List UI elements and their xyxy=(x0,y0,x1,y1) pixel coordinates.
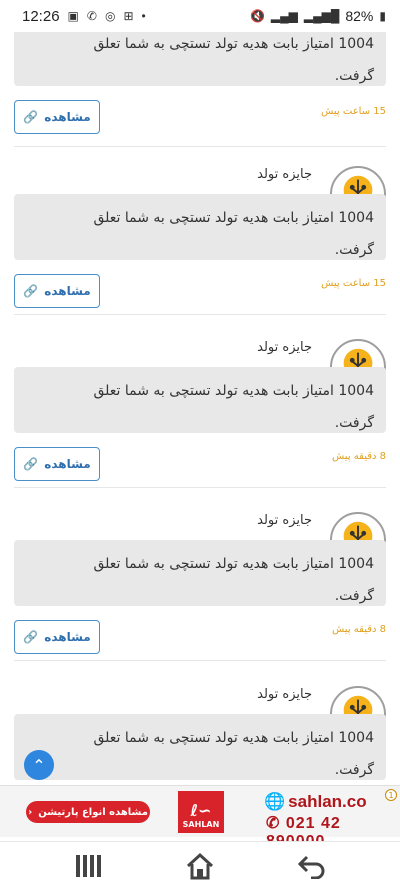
divider xyxy=(14,487,386,488)
scroll-top-button[interactable]: ⌃ xyxy=(24,750,54,780)
message-line: 1004 امتیاز بابت هدیه تولد تستچی به شما … xyxy=(93,36,374,52)
divider xyxy=(14,660,386,661)
view-button-label: مشاهده xyxy=(44,630,91,644)
ad-badge: 1 xyxy=(385,789,397,801)
wifi-icon: ▂▄▆ xyxy=(270,9,298,23)
notification-message: 1004 امتیاز بابت هدیه تولد تستچی به شما … xyxy=(14,194,386,260)
globe-icon: 🌐 xyxy=(264,792,286,811)
link-icon: 🔗 xyxy=(23,457,39,471)
home-icon xyxy=(186,852,214,880)
back-icon xyxy=(297,855,325,879)
notification-message: 1004 امتیاز بابت هدیه تولد تستچی به شما … xyxy=(14,367,386,433)
signal-icon: ▂▄▆█ xyxy=(303,9,340,23)
recent-apps-button[interactable] xyxy=(68,850,108,882)
message-line: گرفت. xyxy=(334,588,374,604)
battery-percent: 82% xyxy=(345,8,374,24)
message-line: 1004 امتیاز بابت هدیه تولد تستچی به شما … xyxy=(93,383,374,399)
status-bar: 12:26 ▣ ✆ ◎ ⊞ • 🔇 ▂▄▆ ▂▄▆█ 82% ▮ xyxy=(0,0,400,32)
link-icon: 🔗 xyxy=(23,284,39,298)
chevron-up-icon: ⌃ xyxy=(32,755,46,775)
sim-icon: ▣ xyxy=(67,9,79,23)
link-icon: 🔗 xyxy=(23,110,39,124)
view-button-label: مشاهده xyxy=(44,110,91,124)
add-icon: ⊞ xyxy=(123,9,134,23)
ad-cta-button[interactable]: مشاهده انواع پارتیشن ‹ xyxy=(26,801,150,823)
call-icon: ✆ xyxy=(86,9,97,23)
mute-icon: 🔇 xyxy=(249,9,265,23)
home-button[interactable] xyxy=(180,850,220,882)
ad-cta-label: مشاهده انواع پارتیشن xyxy=(38,806,148,818)
view-button-label: مشاهده xyxy=(44,457,91,471)
notification-message: 1004 امتیاز بابت هدیه تولد تستچی به شما … xyxy=(14,540,386,606)
view-button[interactable]: مشاهده 🔗 xyxy=(14,100,100,134)
view-button[interactable]: مشاهده 🔗 xyxy=(14,447,100,481)
divider xyxy=(14,146,386,147)
notification-time: 8 دقیقه پیش xyxy=(332,451,386,462)
view-button[interactable]: مشاهده 🔗 xyxy=(14,274,100,308)
chevron-left-icon: ‹ xyxy=(28,806,33,818)
view-button[interactable]: مشاهده 🔗 xyxy=(14,620,100,654)
notification-time: 15 ساعت پیش xyxy=(321,106,386,117)
notification-message: 1004 امتیاز بابت هدیه تولد تستچی به شما … xyxy=(14,714,386,780)
recent-apps-icon xyxy=(76,855,101,877)
ad-site: 🌐 sahlan.co xyxy=(264,792,367,812)
notification-title: جایزه تولد xyxy=(257,687,312,702)
notification-feed[interactable]: 1004 امتیاز بابت هدیه تولد تستچی به شما … xyxy=(0,0,400,785)
notification-title: جایزه تولد xyxy=(257,340,312,355)
divider xyxy=(14,314,386,315)
link-icon: 🔗 xyxy=(23,630,39,644)
sahlan-logo: ℓ∽ SAHLAN xyxy=(178,791,224,833)
message-line: 1004 امتیاز بابت هدیه تولد تستچی به شما … xyxy=(93,556,374,572)
system-nav-bar xyxy=(0,841,400,889)
message-line: گرفت. xyxy=(334,762,374,778)
message-line: گرفت. xyxy=(334,415,374,431)
dot-icon: • xyxy=(141,9,146,23)
message-line: گرفت. xyxy=(334,242,374,258)
notification-time: 8 دقیقه پیش xyxy=(332,624,386,635)
back-button[interactable] xyxy=(292,850,332,882)
notification-title: جایزه تولد xyxy=(257,513,312,528)
message-line: 1004 امتیاز بابت هدیه تولد تستچی به شما … xyxy=(93,210,374,226)
notification-time: 15 ساعت پیش xyxy=(321,278,386,289)
message-line: 1004 امتیاز بابت هدیه تولد تستچی به شما … xyxy=(93,730,374,746)
status-time: 12:26 xyxy=(22,7,60,25)
logo-swirl-icon: ℓ∽ xyxy=(190,801,212,820)
view-button-label: مشاهده xyxy=(44,284,91,298)
logo-text: SAHLAN xyxy=(182,820,220,829)
battery-icon: ▮ xyxy=(379,9,386,23)
message-line: گرفت. xyxy=(334,68,374,84)
phone-icon: ✆ xyxy=(266,815,281,832)
ad-banner[interactable]: 1 مشاهده انواع پارتیشن ‹ ℓ∽ SAHLAN 🌐 sah… xyxy=(0,785,400,850)
ad-site-text: sahlan.co xyxy=(288,792,367,811)
circle-icon: ◎ xyxy=(104,9,116,23)
notification-title: جایزه تولد xyxy=(257,167,312,182)
